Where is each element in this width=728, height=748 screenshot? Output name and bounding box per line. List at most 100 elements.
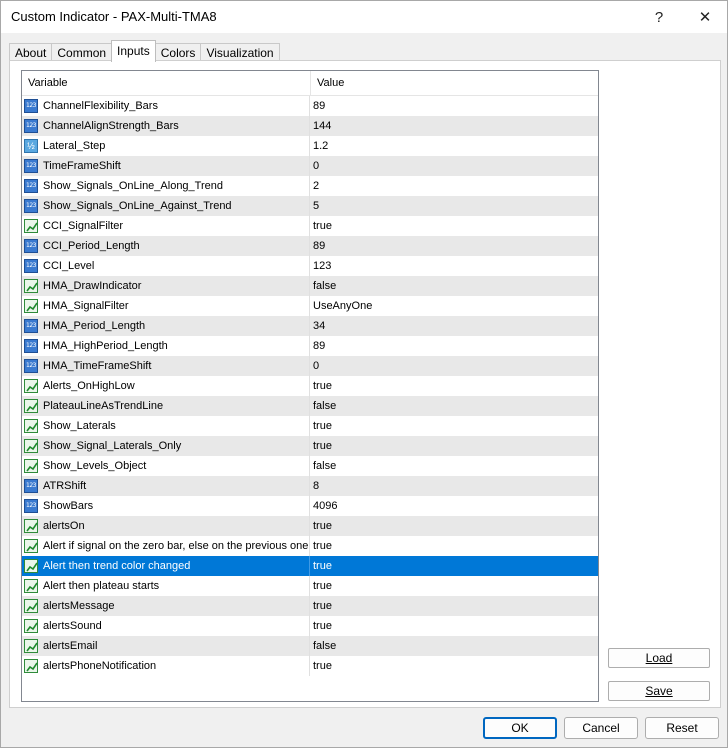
- variable-value[interactable]: 89: [313, 96, 325, 116]
- variable-value[interactable]: 89: [313, 336, 325, 356]
- bool-icon: [24, 579, 38, 593]
- help-icon: ?: [654, 8, 664, 26]
- close-button[interactable]: ✕: [685, 1, 725, 33]
- variable-value[interactable]: 144: [313, 116, 331, 136]
- inputs-table[interactable]: Variable Value ChannelFlexibility_Bars 89…: [21, 70, 599, 702]
- ok-button[interactable]: OK: [483, 717, 557, 739]
- load-button[interactable]: Load: [608, 648, 710, 668]
- variable-value[interactable]: true: [313, 516, 332, 536]
- variable-name: Show_Signals_OnLine_Along_Trend: [43, 180, 223, 192]
- table-row[interactable]: Alerts_OnHighLow true: [22, 376, 598, 396]
- window-title: Custom Indicator - PAX-Multi-TMA8: [11, 9, 217, 24]
- variable-value[interactable]: true: [313, 616, 332, 636]
- close-icon: ✕: [698, 9, 712, 26]
- table-row[interactable]: HMA_DrawIndicator false: [22, 276, 598, 296]
- table-row[interactable]: TimeFrameShift 0: [22, 156, 598, 176]
- variable-value[interactable]: 34: [313, 316, 325, 336]
- table-row[interactable]: HMA_HighPeriod_Length 89: [22, 336, 598, 356]
- table-row[interactable]: Show_Laterals true: [22, 416, 598, 436]
- reset-button[interactable]: Reset: [645, 717, 719, 739]
- variable-name: alertsSound: [43, 620, 102, 632]
- variable-value[interactable]: 1.2: [313, 136, 328, 156]
- table-row[interactable]: PlateauLineAsTrendLine false: [22, 396, 598, 416]
- variable-value[interactable]: 0: [313, 356, 319, 376]
- table-row[interactable]: ChannelAlignStrength_Bars 144: [22, 116, 598, 136]
- variable-name: alertsPhoneNotification: [43, 660, 157, 672]
- tab-strip: About Common Inputs Colors Visualization: [9, 40, 280, 62]
- table-row[interactable]: CCI_Period_Length 89: [22, 236, 598, 256]
- table-row[interactable]: Show_Signal_Laterals_Only true: [22, 436, 598, 456]
- int-icon: [24, 499, 38, 513]
- table-row[interactable]: Lateral_Step 1.2: [22, 136, 598, 156]
- tab-inputs[interactable]: Inputs: [111, 40, 156, 62]
- variable-value[interactable]: UseAnyOne: [313, 296, 372, 316]
- variable-value[interactable]: true: [313, 656, 332, 676]
- variable-value[interactable]: 0: [313, 156, 319, 176]
- int-icon: [24, 119, 38, 133]
- cell-divider: [309, 556, 310, 576]
- table-row[interactable]: alertsMessage true: [22, 596, 598, 616]
- table-row[interactable]: ChannelFlexibility_Bars 89: [22, 96, 598, 116]
- variable-value[interactable]: 5: [313, 196, 319, 216]
- table-row[interactable]: alertsEmail false: [22, 636, 598, 656]
- table-row[interactable]: Show_Levels_Object false: [22, 456, 598, 476]
- table-header: Variable Value: [22, 71, 598, 96]
- enum-icon: [24, 299, 38, 313]
- table-row[interactable]: CCI_SignalFilter true: [22, 216, 598, 236]
- variable-value[interactable]: 89: [313, 236, 325, 256]
- variable-value[interactable]: 8: [313, 476, 319, 496]
- cell-divider: [309, 356, 310, 376]
- int-icon: [24, 99, 38, 113]
- column-header-value[interactable]: Value: [311, 71, 598, 95]
- help-button[interactable]: ?: [639, 1, 679, 33]
- int-icon: [24, 259, 38, 273]
- cell-divider: [309, 436, 310, 456]
- cancel-button[interactable]: Cancel: [564, 717, 638, 739]
- variable-value[interactable]: true: [313, 536, 332, 556]
- table-row[interactable]: Alert then plateau starts true: [22, 576, 598, 596]
- variable-value[interactable]: false: [313, 456, 336, 476]
- column-header-variable[interactable]: Variable: [22, 71, 310, 95]
- load-button-label: Load: [645, 651, 673, 665]
- table-row[interactable]: Show_Signals_OnLine_Along_Trend 2: [22, 176, 598, 196]
- variable-value[interactable]: true: [313, 436, 332, 456]
- cell-divider: [309, 536, 310, 556]
- variable-value[interactable]: false: [313, 396, 336, 416]
- bool-icon: [24, 519, 38, 533]
- variable-value[interactable]: 4096: [313, 496, 337, 516]
- table-row[interactable]: Alert if signal on the zero bar, else on…: [22, 536, 598, 556]
- cell-divider: [309, 116, 310, 136]
- int-icon: [24, 359, 38, 373]
- variable-value[interactable]: true: [313, 376, 332, 396]
- cell-divider: [309, 476, 310, 496]
- save-button[interactable]: Save: [608, 681, 710, 701]
- variable-value[interactable]: true: [313, 416, 332, 436]
- table-row[interactable]: ShowBars 4096: [22, 496, 598, 516]
- variable-value[interactable]: true: [313, 556, 332, 576]
- table-row[interactable]: HMA_SignalFilter UseAnyOne: [22, 296, 598, 316]
- variable-name: HMA_TimeFrameShift: [43, 360, 152, 372]
- int-icon: [24, 339, 38, 353]
- title-bar[interactable]: Custom Indicator - PAX-Multi-TMA8 ? ✕: [1, 1, 727, 33]
- variable-value[interactable]: true: [313, 216, 332, 236]
- cell-divider: [309, 256, 310, 276]
- bool-icon: [24, 539, 38, 553]
- table-row[interactable]: CCI_Level 123: [22, 256, 598, 276]
- table-row[interactable]: ATRShift 8: [22, 476, 598, 496]
- variable-value[interactable]: 2: [313, 176, 319, 196]
- table-row[interactable]: Show_Signals_OnLine_Against_Trend 5: [22, 196, 598, 216]
- table-row[interactable]: alertsOn true: [22, 516, 598, 536]
- variable-value[interactable]: false: [313, 636, 336, 656]
- variable-value[interactable]: 123: [313, 256, 331, 276]
- cell-divider: [309, 216, 310, 236]
- table-row[interactable]: alertsPhoneNotification true: [22, 656, 598, 676]
- variable-value[interactable]: true: [313, 576, 332, 596]
- table-row[interactable]: Alert then trend color changed true: [22, 556, 598, 576]
- variable-value[interactable]: true: [313, 596, 332, 616]
- variable-name: alertsOn: [43, 520, 85, 532]
- table-row[interactable]: HMA_TimeFrameShift 0: [22, 356, 598, 376]
- variable-value[interactable]: false: [313, 276, 336, 296]
- cell-divider: [309, 336, 310, 356]
- table-row[interactable]: alertsSound true: [22, 616, 598, 636]
- table-row[interactable]: HMA_Period_Length 34: [22, 316, 598, 336]
